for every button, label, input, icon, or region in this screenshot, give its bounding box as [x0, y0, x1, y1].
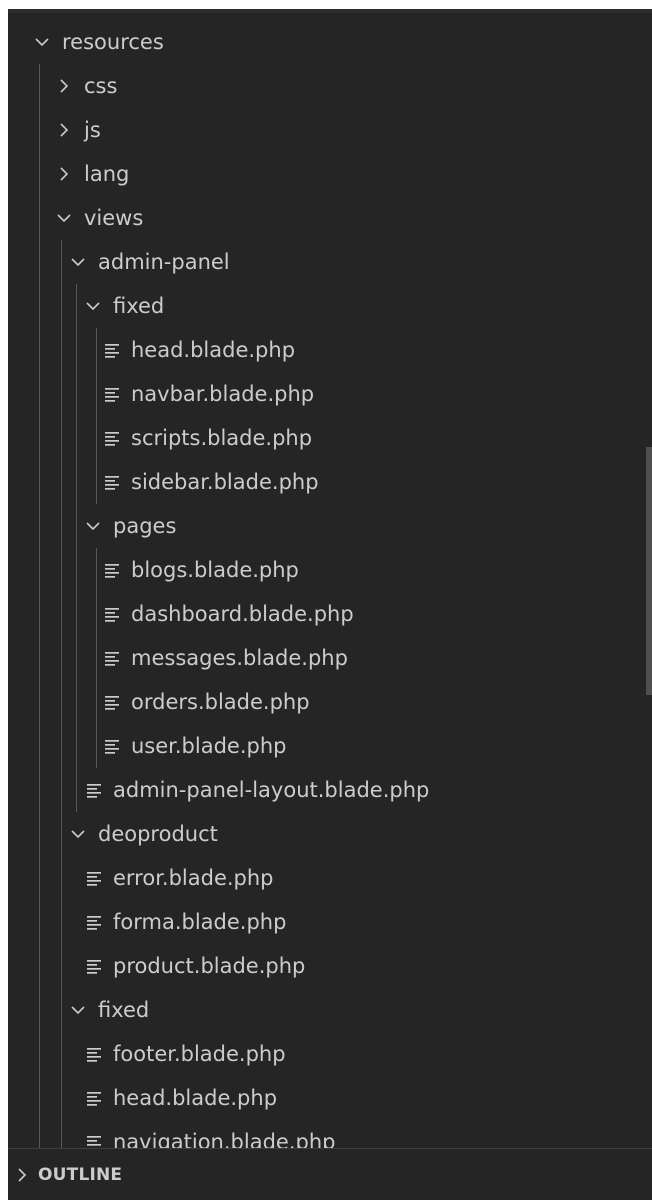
folder-row-lang[interactable]: lang: [8, 152, 638, 196]
tree-item-label: dashboard.blade.php: [131, 602, 354, 626]
tree-item-label: head.blade.php: [113, 1086, 278, 1110]
outline-label: OUTLINE: [38, 1164, 123, 1185]
tree-item-label: resources: [62, 30, 164, 54]
lines-file-icon: [86, 1090, 103, 1106]
file-row-scripts-blade-php[interactable]: scripts.blade.php: [8, 416, 638, 460]
file-row-navbar-blade-php[interactable]: navbar.blade.php: [8, 372, 638, 416]
lines-file-icon: [104, 342, 121, 358]
indent-guide: [61, 240, 62, 1149]
chevron-down-icon: [85, 298, 101, 314]
chevron-down-icon: [70, 254, 86, 270]
file-row-sidebar-blade-php[interactable]: sidebar.blade.php: [8, 460, 638, 504]
tree-item-label: head.blade.php: [131, 338, 296, 362]
chevron-down-icon: [34, 34, 50, 50]
lines-file-icon: [104, 386, 121, 402]
indent-guide: [96, 328, 97, 504]
indent-guide: [39, 64, 40, 1149]
file-row-blogs-blade-php[interactable]: blogs.blade.php: [8, 548, 638, 592]
folder-row-css[interactable]: css: [8, 64, 638, 108]
file-row-forma-blade-php[interactable]: forma.blade.php: [8, 900, 638, 944]
chevron-down-icon: [70, 1002, 86, 1018]
lines-file-icon: [104, 562, 121, 578]
file-row-navigation-blade-php[interactable]: navigation.blade.php: [8, 1120, 638, 1149]
tree-item-label: product.blade.php: [113, 954, 306, 978]
file-row-admin-panel-layout-blade-php[interactable]: admin-panel-layout.blade.php: [8, 768, 638, 812]
lines-file-icon: [86, 958, 103, 974]
file-row-footer-blade-php[interactable]: footer.blade.php: [8, 1032, 638, 1076]
folder-row-pages[interactable]: pages: [8, 504, 638, 548]
chevron-down-icon: [85, 518, 101, 534]
folder-row-admin-panel[interactable]: admin-panel: [8, 240, 638, 284]
file-row-user-blade-php[interactable]: user.blade.php: [8, 724, 638, 768]
indent-guide: [96, 548, 97, 768]
file-row-error-blade-php[interactable]: error.blade.php: [8, 856, 638, 900]
tree-item-label: js: [84, 118, 101, 142]
lines-file-icon: [86, 914, 103, 930]
folder-row-views[interactable]: views: [8, 196, 638, 240]
file-row-orders-blade-php[interactable]: orders.blade.php: [8, 680, 638, 724]
tree-item-label: navbar.blade.php: [131, 382, 315, 406]
outline-section-header[interactable]: OUTLINE: [8, 1148, 652, 1200]
lines-file-icon: [104, 738, 121, 754]
tree-item-label: fixed: [98, 998, 150, 1022]
chevron-right-icon: [56, 122, 72, 138]
file-tree[interactable]: resources css js lang views admin-panel fixed h…: [8, 9, 652, 1149]
tree-item-label: scripts.blade.php: [131, 426, 313, 450]
chevron-right-icon: [56, 166, 72, 182]
chevron-right-icon: [14, 1167, 30, 1183]
tree-item-label: css: [84, 74, 118, 98]
tree-item-label: pages: [113, 514, 177, 538]
lines-file-icon: [86, 870, 103, 886]
explorer-panel: resources css js lang views admin-panel fixed h…: [8, 9, 652, 1200]
tree-item-label: fixed: [113, 294, 165, 318]
tree-item-label: footer.blade.php: [113, 1042, 286, 1066]
file-row-head-blade-php[interactable]: head.blade.php: [8, 1076, 638, 1120]
chevron-down-icon: [56, 210, 72, 226]
tree-item-label: admin-panel-layout.blade.php: [113, 778, 430, 802]
tree-item-label: navigation.blade.php: [113, 1130, 336, 1149]
tree-item-label: lang: [84, 162, 130, 186]
tree-scrollbar[interactable]: [646, 447, 652, 695]
tree-item-label: error.blade.php: [113, 866, 274, 890]
indent-guide: [76, 284, 77, 812]
file-row-dashboard-blade-php[interactable]: dashboard.blade.php: [8, 592, 638, 636]
lines-file-icon: [104, 474, 121, 490]
folder-row-fixed[interactable]: fixed: [8, 988, 638, 1032]
file-row-product-blade-php[interactable]: product.blade.php: [8, 944, 638, 988]
lines-file-icon: [104, 606, 121, 622]
tree-item-label: forma.blade.php: [113, 910, 287, 934]
folder-row-resources[interactable]: resources: [8, 20, 638, 64]
lines-file-icon: [104, 694, 121, 710]
file-row-head-blade-php[interactable]: head.blade.php: [8, 328, 638, 372]
folder-row-js[interactable]: js: [8, 108, 638, 152]
lines-file-icon: [86, 1046, 103, 1062]
tree-item-label: blogs.blade.php: [131, 558, 299, 582]
folder-row-fixed[interactable]: fixed: [8, 284, 638, 328]
lines-file-icon: [104, 650, 121, 666]
tree-item-label: admin-panel: [98, 250, 230, 274]
lines-file-icon: [86, 782, 103, 798]
lines-file-icon: [104, 430, 121, 446]
chevron-right-icon: [56, 78, 72, 94]
tree-item-label: views: [84, 206, 144, 230]
tree-item-label: user.blade.php: [131, 734, 287, 758]
tree-item-label: orders.blade.php: [131, 690, 310, 714]
folder-row-deoproduct[interactable]: deoproduct: [8, 812, 638, 856]
lines-file-icon: [86, 1134, 103, 1149]
tree-item-label: sidebar.blade.php: [131, 470, 319, 494]
tree-item-label: messages.blade.php: [131, 646, 348, 670]
chevron-down-icon: [70, 826, 86, 842]
tree-item-label: deoproduct: [98, 822, 218, 846]
file-row-messages-blade-php[interactable]: messages.blade.php: [8, 636, 638, 680]
